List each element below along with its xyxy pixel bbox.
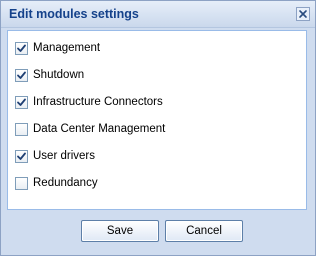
- redundancy-checkbox[interactable]: [15, 176, 28, 190]
- modules-list-panel: Management Shutdown Infrastructure Conne…: [7, 30, 307, 210]
- module-row-redundancy[interactable]: Redundancy: [15, 175, 98, 191]
- check-mark-icon: [17, 98, 26, 106]
- module-label: Redundancy: [33, 177, 98, 189]
- module-row-data-center-management[interactable]: Data Center Management: [15, 121, 165, 137]
- data-center-management-checkbox[interactable]: [15, 122, 28, 136]
- check-mark-icon: [17, 44, 26, 52]
- module-label: Shutdown: [33, 69, 85, 81]
- infrastructure-connectors-checkbox[interactable]: [15, 95, 28, 109]
- module-row-infrastructure-connectors[interactable]: Infrastructure Connectors: [15, 94, 163, 110]
- close-button[interactable]: [296, 7, 310, 21]
- save-button[interactable]: Save: [81, 220, 159, 242]
- module-label: User drivers: [33, 150, 95, 162]
- module-row-shutdown[interactable]: Shutdown: [15, 67, 84, 83]
- module-label: Infrastructure Connectors: [33, 96, 163, 108]
- dialog-titlebar[interactable]: Edit modules settings: [1, 1, 315, 28]
- edit-modules-dialog: Edit modules settings Management Shutdow…: [0, 0, 316, 256]
- check-mark-icon: [17, 152, 26, 160]
- cancel-button[interactable]: Cancel: [165, 220, 243, 242]
- module-row-management[interactable]: Management: [15, 40, 100, 56]
- dialog-footer: Save Cancel: [7, 213, 307, 249]
- close-icon: [299, 10, 307, 18]
- module-label: Data Center Management: [33, 123, 166, 135]
- user-drivers-checkbox[interactable]: [15, 149, 28, 163]
- management-checkbox[interactable]: [15, 41, 28, 55]
- module-row-user-drivers[interactable]: User drivers: [15, 148, 95, 164]
- check-mark-icon: [17, 71, 26, 79]
- shutdown-checkbox[interactable]: [15, 68, 28, 82]
- dialog-title: Edit modules settings: [9, 7, 139, 21]
- module-label: Management: [33, 42, 101, 54]
